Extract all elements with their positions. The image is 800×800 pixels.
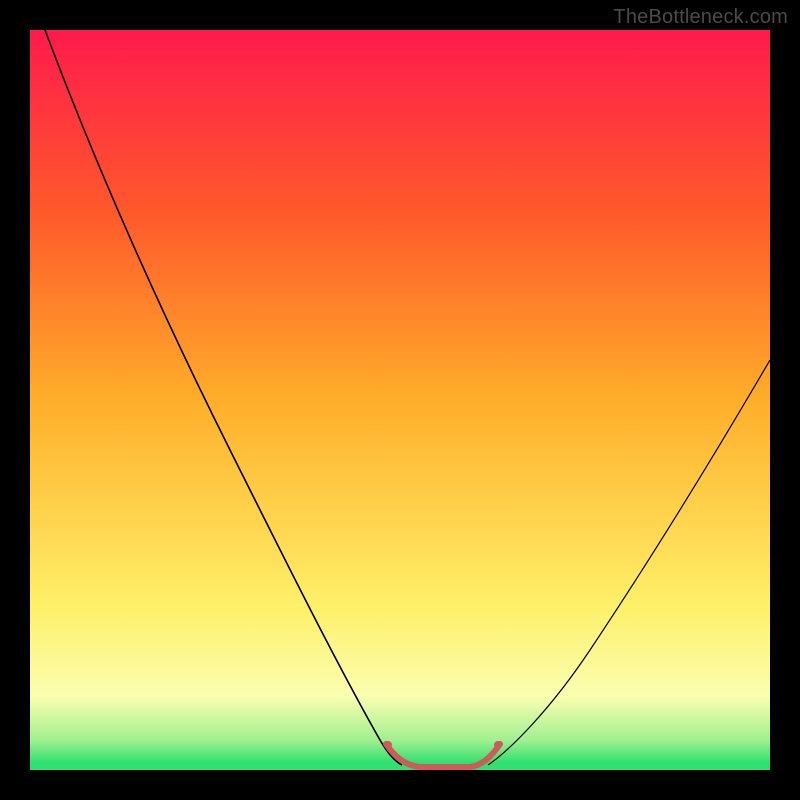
watermark-text: TheBottleneck.com bbox=[613, 6, 788, 29]
curve-valley-floor bbox=[386, 744, 500, 767]
curve-right-branch bbox=[488, 360, 770, 765]
valley-dot-left bbox=[384, 741, 392, 749]
curve-layer bbox=[30, 30, 770, 770]
valley-dot-right bbox=[494, 741, 502, 749]
chart-frame: TheBottleneck.com bbox=[0, 0, 800, 800]
plot-area bbox=[30, 30, 770, 770]
curve-left-branch bbox=[45, 30, 402, 765]
